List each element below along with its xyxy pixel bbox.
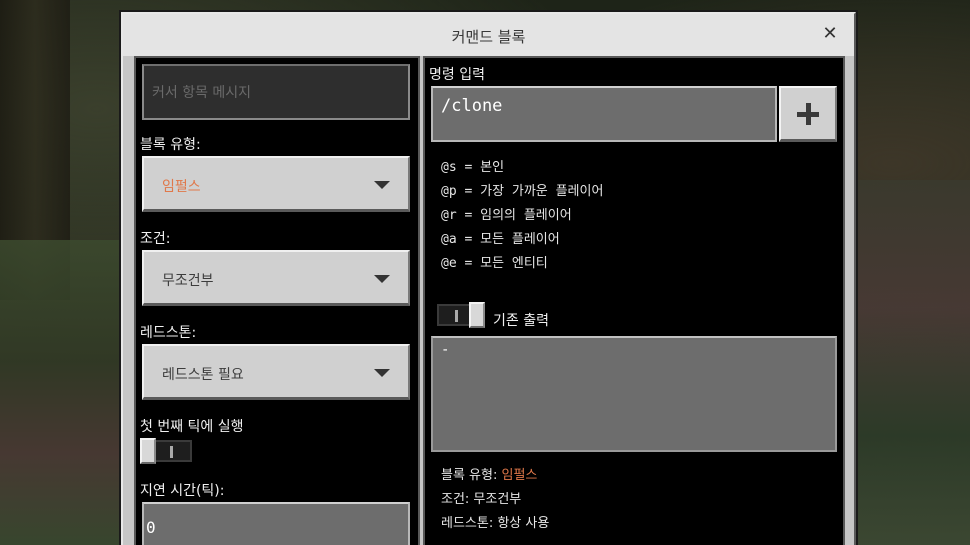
chevron-down-icon xyxy=(374,275,390,283)
summary-redstone: 레드스톤: 항상 사용 xyxy=(441,516,550,531)
command-panel: 명령 입력 /clone @s = 본인 @p = 가장 가까운 플레이어 @r… xyxy=(423,56,845,545)
summary-block-type: 블록 유형: 임펄스 xyxy=(441,464,537,483)
command-text: /clone xyxy=(441,96,503,116)
condition-value: 무조건부 xyxy=(162,273,214,289)
selector-hint: @e = 모든 엔티티 xyxy=(441,256,548,271)
command-block-dialog: 커맨드 블록 ✕ 커서 항목 메시지 블록 유형: 임펄스 조건: 무조건부 레… xyxy=(121,12,856,545)
previous-output-box: - xyxy=(431,336,837,452)
summary-condition: 조건: 무조건부 xyxy=(441,492,522,507)
chevron-down-icon xyxy=(374,181,390,189)
block-type-dropdown[interactable]: 임펄스 xyxy=(142,156,410,212)
delay-label: 지연 시간(틱): xyxy=(140,483,225,499)
background-terrain-right xyxy=(845,180,970,545)
delay-input[interactable]: 0 xyxy=(142,502,410,545)
dialog-title: 커맨드 블록 xyxy=(451,28,526,46)
settings-panel: 커서 항목 메시지 블록 유형: 임펄스 조건: 무조건부 레드스톤: 레드스톤… xyxy=(134,56,420,545)
toggle-on-mark xyxy=(455,310,458,322)
title-bar: 커맨드 블록 ✕ xyxy=(123,14,854,56)
background-grass-left xyxy=(0,240,125,545)
redstone-value: 레드스톤 필요 xyxy=(162,367,244,383)
hover-note-input[interactable]: 커서 항목 메시지 xyxy=(142,64,410,120)
command-input-label: 명령 입력 xyxy=(429,67,485,83)
selector-hint: @a = 모든 플레이어 xyxy=(441,232,560,247)
hover-note-placeholder: 커서 항목 메시지 xyxy=(152,85,252,101)
previous-output-label: 기존 출력 xyxy=(493,313,549,329)
toggle-knob xyxy=(469,302,485,328)
execute-first-tick-toggle[interactable] xyxy=(140,438,192,464)
selector-hint: @r = 임의의 플레이어 xyxy=(441,208,572,223)
chevron-down-icon xyxy=(374,369,390,377)
add-command-button[interactable] xyxy=(779,86,837,142)
block-type-value: 임펄스 xyxy=(162,179,201,195)
close-icon[interactable]: ✕ xyxy=(820,24,840,44)
toggle-knob xyxy=(140,438,156,464)
toggle-off-mark xyxy=(170,446,173,458)
selector-hint: @s = 본인 xyxy=(441,160,505,175)
condition-dropdown[interactable]: 무조건부 xyxy=(142,250,410,306)
previous-output-text: - xyxy=(441,342,450,358)
condition-label: 조건: xyxy=(140,231,171,247)
command-input[interactable]: /clone xyxy=(431,86,777,142)
redstone-label: 레드스톤: xyxy=(140,325,197,341)
delay-value: 0 xyxy=(146,518,156,537)
previous-output-toggle[interactable] xyxy=(437,302,489,328)
block-type-label: 블록 유형: xyxy=(140,137,201,153)
summary-block-type-label: 블록 유형: xyxy=(441,468,498,483)
summary-block-type-value: 임펄스 xyxy=(501,468,538,483)
selector-hint: @p = 가장 가까운 플레이어 xyxy=(441,184,604,199)
execute-first-tick-label: 첫 번째 틱에 실행 xyxy=(140,419,244,435)
redstone-dropdown[interactable]: 레드스톤 필요 xyxy=(142,344,410,400)
